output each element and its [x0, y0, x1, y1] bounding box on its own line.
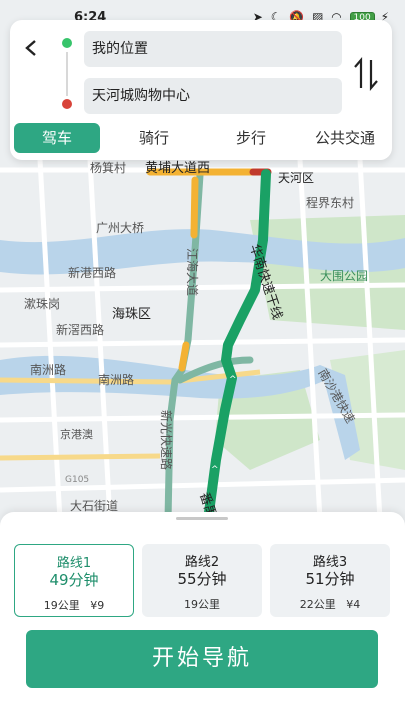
map-label: 新港西路	[68, 265, 116, 280]
tab-drive[interactable]: 驾车	[14, 123, 100, 153]
svg-text:^: ^	[229, 415, 237, 425]
route-distance: 22公里	[299, 598, 336, 611]
route-toll: ¥4	[346, 598, 361, 611]
route-option-2[interactable]: 路线2 55分钟 19公里	[142, 544, 262, 617]
route-meta: 22公里 ¥4	[270, 596, 390, 612]
tab-cycle[interactable]: 骑行	[111, 123, 197, 153]
tab-walk[interactable]: 步行	[208, 123, 294, 153]
destination-dot-icon	[62, 99, 72, 109]
map-label: 广州大桥	[96, 221, 144, 235]
svg-text:^: ^	[229, 375, 237, 385]
drag-handle[interactable]	[176, 517, 228, 520]
map-label: 江海大道	[185, 248, 200, 296]
travel-mode-tabs: 驾车 骑行 步行 公共交通	[14, 123, 388, 153]
route-search-card: 我的位置 天河城购物中心 驾车 骑行 步行 公共交通	[10, 20, 392, 160]
route-distance: 19公里	[184, 598, 220, 611]
route-option-3[interactable]: 路线3 51分钟 22公里 ¥4	[270, 544, 390, 617]
tab-transit[interactable]: 公共交通	[302, 123, 388, 153]
map-label: 程界东村	[306, 195, 354, 210]
svg-text:^: ^	[211, 465, 219, 475]
route-meta: 19公里 ¥9	[15, 597, 133, 613]
swap-icon[interactable]	[350, 54, 382, 94]
origin-dot-icon	[62, 38, 72, 48]
map-label: 大围公园	[320, 269, 368, 283]
back-icon[interactable]	[22, 36, 50, 64]
route-option-1[interactable]: 路线1 49分钟 19公里 ¥9	[14, 544, 134, 617]
map-label: 漱珠岗	[24, 297, 60, 311]
map-label: G105	[65, 475, 89, 485]
route-duration: 55分钟	[177, 570, 227, 588]
map-label: 天河区	[278, 171, 314, 185]
route-connector	[66, 52, 68, 96]
route-distance: 19公里	[43, 599, 80, 612]
map-label: 新光快速路	[159, 410, 174, 470]
map-label: 南洲路	[98, 372, 134, 387]
destination-input[interactable]: 天河城购物中心	[84, 78, 342, 114]
route-meta: 19公里	[142, 596, 262, 612]
map-label: 杨箕村	[90, 160, 126, 175]
route-toll: ¥9	[90, 599, 105, 612]
map-label: 海珠区	[112, 307, 151, 322]
origin-input[interactable]: 我的位置	[84, 31, 342, 67]
route-duration: 51分钟	[305, 570, 355, 588]
route-duration: 49分钟	[49, 571, 99, 589]
map-label: 黄埔大道西	[145, 161, 210, 176]
map-label: 大石街道	[70, 499, 118, 513]
start-navigation-button[interactable]: 开始导航	[26, 630, 378, 688]
map-label: 新滘西路	[56, 322, 104, 337]
map-label: 南洲路	[30, 362, 66, 377]
map-label: 京港澳	[60, 427, 93, 441]
route-options-sheet: 路线1 49分钟 19公里 ¥9 路线2 55分钟 19公里 路线3 51分钟 …	[0, 512, 405, 720]
